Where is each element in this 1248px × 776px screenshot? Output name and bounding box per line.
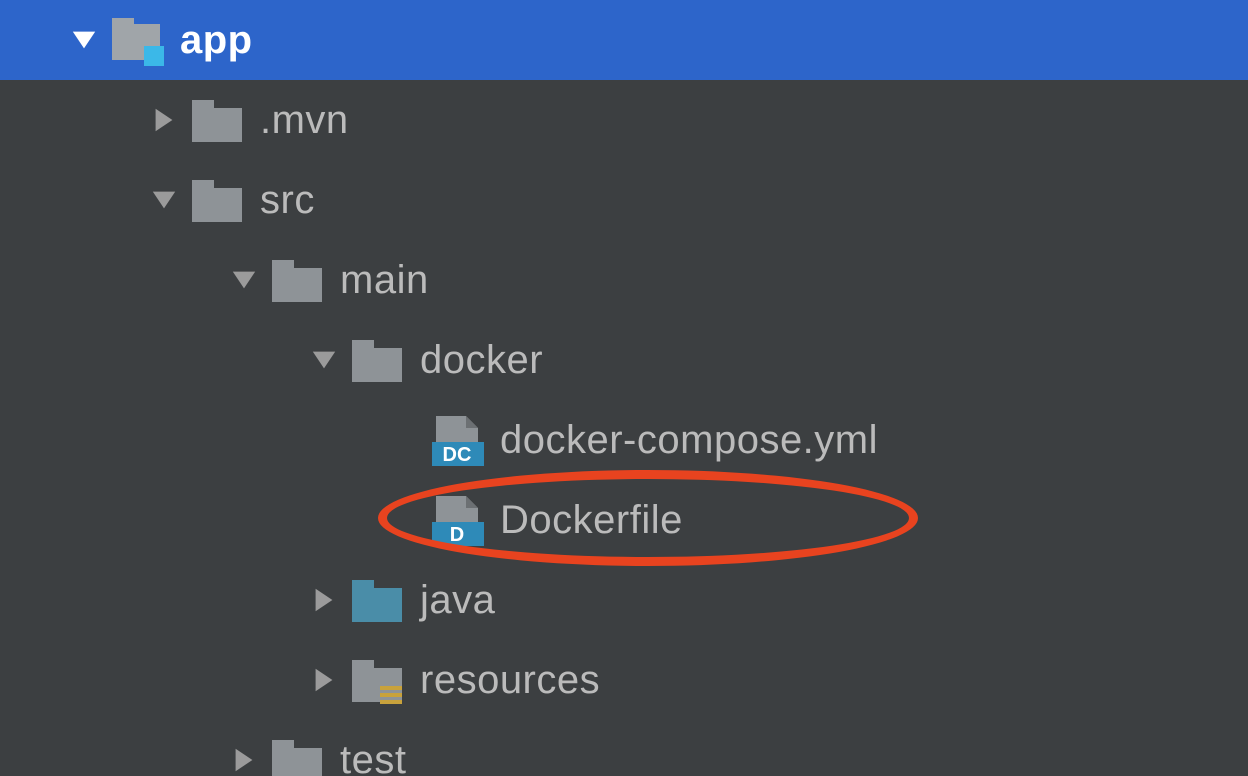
folder-icon — [350, 332, 406, 388]
tree-node-test[interactable]: test — [0, 720, 1248, 776]
tree-node-docker[interactable]: docker — [0, 320, 1248, 400]
tree-node-docker-compose[interactable]: DC docker-compose.yml — [0, 400, 1248, 480]
folder-icon — [270, 732, 326, 776]
tree-node-src[interactable]: src — [0, 160, 1248, 240]
folder-icon — [270, 252, 326, 308]
tree-node-label: src — [260, 178, 315, 223]
tree-node-label: Dockerfile — [500, 498, 683, 543]
tree-node-label: .mvn — [260, 98, 349, 143]
source-folder-icon — [350, 572, 406, 628]
chevron-right-icon — [310, 586, 346, 614]
tree-node-resources[interactable]: resources — [0, 640, 1248, 720]
chevron-down-icon — [70, 26, 106, 54]
chevron-right-icon — [230, 746, 266, 774]
tree-node-mvn[interactable]: .mvn — [0, 80, 1248, 160]
svg-text:D: D — [450, 524, 464, 546]
tree-node-label: test — [340, 738, 406, 776]
tree-node-label: main — [340, 258, 429, 303]
tree-node-label: resources — [420, 658, 600, 703]
folder-icon — [190, 172, 246, 228]
module-folder-icon — [110, 12, 166, 68]
tree-node-dockerfile[interactable]: D Dockerfile — [0, 480, 1248, 560]
chevron-down-icon — [150, 186, 186, 214]
tree-node-label: docker-compose.yml — [500, 418, 878, 463]
tree-node-label: java — [420, 578, 495, 623]
tree-node-label: app — [180, 18, 253, 63]
docker-file-icon: D — [430, 492, 486, 548]
tree-node-label: docker — [420, 338, 543, 383]
tree-node-java[interactable]: java — [0, 560, 1248, 640]
folder-icon — [190, 92, 246, 148]
chevron-right-icon — [150, 106, 186, 134]
tree-node-main[interactable]: main — [0, 240, 1248, 320]
docker-compose-file-icon: DC — [430, 412, 486, 468]
chevron-down-icon — [310, 346, 346, 374]
resources-folder-icon — [350, 652, 406, 708]
chevron-down-icon — [230, 266, 266, 294]
file-tree[interactable]: app .mvn src — [0, 0, 1248, 776]
tree-node-app[interactable]: app — [0, 0, 1248, 80]
svg-text:DC: DC — [443, 444, 472, 466]
chevron-right-icon — [310, 666, 346, 694]
